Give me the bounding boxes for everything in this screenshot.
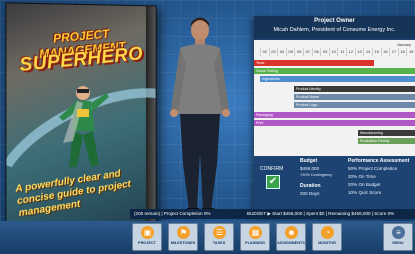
toolbar-label: TASKS	[212, 241, 226, 245]
gantt-day: 12	[346, 48, 355, 56]
assessment-heading: Performance Assessment	[348, 158, 410, 164]
people-icon: ☻	[285, 226, 298, 239]
panel-header: Project Owner Micah Dahlem, President of…	[254, 16, 415, 38]
budget-contingency: +20% Contingency	[300, 173, 332, 177]
budget-heading: Budget	[300, 158, 318, 164]
gantt-day: 14	[363, 48, 372, 56]
duration-value: 200 Days	[300, 191, 320, 196]
assessment-section: CONFIRM ✔ Budget $456,000 +20% Contingen…	[254, 156, 415, 216]
toolbar-label: MONITOR	[318, 241, 336, 245]
gantt-bar: Production Facility	[358, 138, 415, 144]
toolbar-button-project[interactable]: ▣ PROJECT	[132, 223, 162, 251]
toolbar-label: MILESTONES	[170, 241, 196, 245]
assessment-line: 20% On Budget	[348, 182, 381, 187]
status-bar: (200 remain) | Project Completion 0% BUD…	[130, 209, 415, 219]
gantt-day-header: 02 03 04 05 06 07 08 09 10 11 12 13 14 15 16 17 18 19	[260, 48, 415, 56]
status-budget: BUDGET ▶ Start $456,000 | Spent $0 | Rem…	[247, 211, 395, 216]
toolbar-label: PROJECT	[138, 241, 156, 245]
duration-heading: Duration	[300, 183, 321, 189]
gantt-bar: Ingredients	[260, 76, 415, 82]
gantt-day: 18	[397, 48, 407, 56]
toolbar-label: ASSIGNMENTS	[277, 241, 305, 245]
status-progress: (200 remain) | Project Completion 0%	[134, 211, 211, 216]
gantt-day: 07	[303, 48, 312, 56]
gantt-day: 15	[371, 48, 381, 56]
gantt-month: January	[396, 42, 411, 47]
folder-icon: ▣	[141, 226, 154, 239]
superhero-figure	[58, 86, 110, 168]
gantt-day: 05	[285, 48, 295, 56]
gantt-day: 08	[311, 48, 321, 56]
gantt-day: 17	[389, 48, 398, 56]
gantt-day: 10	[328, 48, 338, 56]
checklist-icon: ☰	[213, 226, 226, 239]
gantt-day: 06	[294, 48, 303, 56]
menu-icon: ≡	[392, 226, 405, 239]
project-info-panel: Project Owner Micah Dahlem, President of…	[254, 16, 415, 216]
budget-amount: $456,000	[300, 166, 320, 171]
gantt-bar: Product Name	[294, 94, 415, 100]
toolbar-button-assignments[interactable]: ☻ ASSIGNMENTS	[276, 223, 306, 251]
gantt-bar: Product Logo	[294, 102, 415, 108]
assessment-line: 10% Quiz Score	[348, 190, 382, 195]
gantt-bar: Product Identity	[294, 86, 415, 92]
gantt-day: 19	[406, 48, 415, 56]
gantt-day: 04	[277, 48, 286, 56]
toolbar-label: PLANNING	[245, 241, 265, 245]
owner-title: Project Owner	[314, 18, 355, 24]
calendar-icon: ▦	[249, 226, 262, 239]
flag-icon: ⚑	[177, 226, 190, 239]
gantt-day: 02	[260, 48, 269, 56]
gantt-bar: Print	[254, 120, 415, 126]
gantt-chart: January 02 03 04 05 06 07 08 09 10 11 12 13 14 15 16 17…	[254, 40, 415, 156]
bottom-toolbar: ▣ PROJECT ⚑ MILESTONES ☰ TASKS ▦ PLANNIN…	[0, 221, 415, 254]
toolbar-button-monitor[interactable]: ◔ MONITOR	[312, 223, 342, 251]
gantt-day: 16	[380, 48, 390, 56]
toolbar-button-tasks[interactable]: ☰ TASKS	[204, 223, 234, 251]
gantt-day: 13	[354, 48, 364, 56]
gantt-bar: Packaging	[254, 112, 415, 118]
owner-name: Micah Dahlem, President of Consume Energ…	[273, 27, 396, 33]
gantt-bar: Manufacturing	[358, 130, 415, 136]
gantt-bar: Tests	[254, 60, 374, 66]
assessment-line: 20% On Time	[348, 174, 376, 179]
gantt-bar: Game Testing	[254, 68, 415, 74]
confirm-label: CONFIRM	[260, 166, 284, 172]
toolbar-button-milestones[interactable]: ⚑ MILESTONES	[168, 223, 198, 251]
toolbar-label: MENU	[392, 241, 404, 245]
gauge-icon: ◔	[321, 226, 334, 239]
confirm-checkbox[interactable]: ✔	[266, 175, 280, 189]
gantt-day: 11	[337, 48, 346, 56]
project-owner-avatar	[170, 17, 230, 214]
gantt-day: 09	[320, 48, 329, 56]
toolbar-button-planning[interactable]: ▦ PLANNING	[240, 223, 270, 251]
assessment-line: 50% Project Completion	[348, 166, 398, 171]
gantt-day: 03	[268, 48, 278, 56]
toolbar-button-menu[interactable]: ≡ MENU	[383, 223, 413, 251]
